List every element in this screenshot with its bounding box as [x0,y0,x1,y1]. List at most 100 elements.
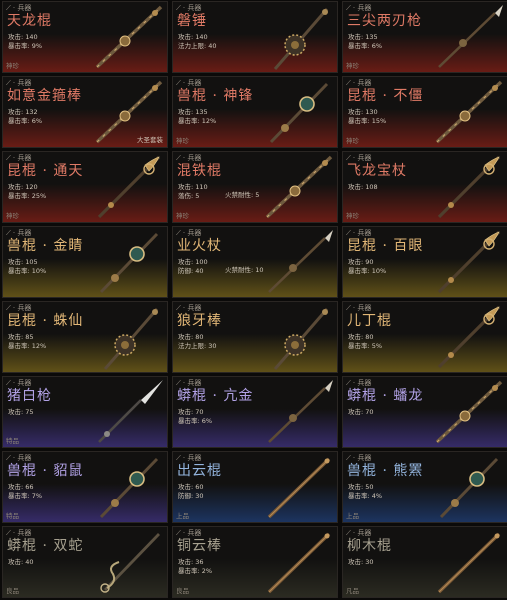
weapon-image [267,457,331,519]
weapon-stats: 攻击: 140 法力上限: 40 [178,33,217,50]
weapon-image [99,457,159,519]
weapon-card[interactable]: ⟋ · 兵器 昆棍 · 不僵 攻击: 130 暴击率: 15% 神珍 [342,76,507,148]
weapon-type-icon: ⟋ [346,454,351,462]
weapon-category: ⟋ · 兵器 [346,154,371,163]
weapon-type-icon: ⟋ [6,529,11,537]
weapon-type-icon: ⟋ [176,379,181,387]
weapon-card[interactable]: ⟋ · 兵器 天龙棍 攻击: 140 暴击率: 9% 神珍 [2,1,168,73]
category-label: · 兵器 [12,304,32,312]
category-label: · 兵器 [352,379,372,387]
weapon-card[interactable]: ⟋ · 兵器 混铁棍 攻击: 110 落伤: 5 火禁耐性: 5 神珍 [172,151,338,223]
stat-line: 攻击: 135 [178,108,208,116]
weapon-name: 天龙棍 [7,13,52,29]
weapon-card[interactable]: ⟋ · 兵器 昆棍 · 蛛仙 攻击: 85 暴击率: 12% [2,301,168,373]
weapon-card[interactable]: ⟋ · 兵器 猪白枪 攻击: 75 特品 [2,376,168,448]
stat-line: 攻击: 36 [178,558,204,566]
weapon-card[interactable]: ⟋ · 兵器 兽棍 · 金睛 攻击: 105 暴击率: 10% [2,226,168,298]
category-label: · 兵器 [352,529,372,537]
weapon-stats: 攻击: 120 暴击率: 25% [8,183,46,200]
weapon-category: ⟋ · 兵器 [346,454,371,463]
weapon-image [97,155,161,219]
stat-line: 攻击: 70 [348,408,374,416]
weapon-card[interactable]: ⟋ · 兵器 出云棍 攻击: 60 防御: 30 上品 [172,451,338,523]
weapon-name: 业火杖 [177,238,222,254]
weapon-card[interactable]: ⟋ · 兵器 柳木棍 攻击: 30 凡品 [342,526,507,598]
weapon-image [265,155,333,219]
weapon-card[interactable]: ⟋ · 兵器 儿丁棍 攻击: 80 暴击率: 5% [342,301,507,373]
grade-label: 上品 [176,512,189,520]
weapon-card[interactable]: ⟋ · 兵器 磐锤 攻击: 140 法力上限: 40 [172,1,338,73]
grade-label: 特品 [6,437,19,445]
stat-line: 暴击率: 7% [8,491,43,500]
weapon-card[interactable]: ⟋ · 兵器 兽棍 · 神锋 攻击: 135 暴击率: 12% 神珍 [172,76,338,148]
weapon-stats: 攻击: 40 [8,558,34,567]
weapon-image [268,380,333,443]
weapon-card[interactable]: ⟋ · 兵器 如意金箍棒攻击: 132 暴击率: 6% 大圣套装 [2,76,168,148]
weapon-card[interactable]: ⟋ · 兵器 狼牙棒 攻击: 80 法力上限: 30 [172,301,338,373]
weapon-image [437,305,501,369]
weapon-image [99,232,159,294]
weapon-name: 如意金箍棒 [7,88,82,104]
stat-line: 暴击率: 10% [8,266,47,275]
weapon-card[interactable]: ⟋ · 兵器 铜云棒 攻击: 36 暴击率: 2% 良品 [172,526,338,598]
weapon-name: 铜云棒 [177,538,222,554]
grade-label: 凡品 [346,587,359,595]
category-label: · 兵器 [182,229,202,237]
grade-label: 神珍 [176,212,189,220]
weapon-category: ⟋ · 兵器 [176,79,201,88]
weapon-image [273,8,329,70]
weapon-stats: 攻击: 132 暴击率: 6% [8,108,42,125]
weapon-stats: 攻击: 110 落伤: 5 [178,183,208,200]
weapon-type-icon: ⟋ [346,379,351,387]
weapon-category: ⟋ · 兵器 [176,4,201,13]
weapon-image [273,308,329,370]
weapon-type-icon: ⟋ [346,529,351,537]
category-label: · 兵器 [12,454,32,462]
weapon-card[interactable]: ⟋ · 兵器 兽棍 · 貂鼠 攻击: 66 暴击率: 7% 特品 [2,451,168,523]
weapon-card[interactable]: ⟋ · 兵器 蟒棍 · 蟠龙 攻击: 70 [342,376,507,448]
weapon-card[interactable]: ⟋ · 兵器 飞龙宝杖 攻击: 108 神珍 [342,151,507,223]
category-label: · 兵器 [12,229,32,237]
weapon-stats: 攻击: 80 暴击率: 5% [348,333,382,350]
weapon-card[interactable]: ⟋ · 兵器 蟒棍 · 亢金 攻击: 70 暴击率: 6% [172,376,338,448]
category-label: · 兵器 [12,79,32,87]
grade-label: 上品 [346,512,359,520]
weapon-image [95,5,163,69]
weapon-image [437,230,501,294]
weapon-stats: 攻击: 36 暴击率: 2% [178,558,212,575]
weapon-type-icon: ⟋ [346,304,351,312]
weapon-card[interactable]: ⟋ · 兵器 蟒棍 · 双蛇 攻击: 40 良品 [2,526,168,598]
stat-line: 攻击: 130 [348,108,378,116]
weapon-image [437,532,501,594]
weapon-type-icon: ⟋ [6,379,11,387]
weapon-category: ⟋ · 兵器 [346,229,371,238]
weapon-image [437,155,501,219]
grade-label: 特品 [6,512,19,520]
grade-label: 神珍 [6,212,19,220]
grade-label: 良品 [176,587,189,595]
stat-line: 暴击率: 4% [348,491,383,500]
weapon-stats: 攻击: 80 法力上限: 30 [178,333,217,350]
set-label: 大圣套装 [137,136,163,144]
weapon-card[interactable]: ⟋ · 兵器 三尖两刃枪 攻击: 135 暴击率: 6% 神珍 [342,1,507,73]
stat-line: 暴击率: 12% [8,341,47,350]
stat-line: 攻击: 90 [348,258,374,266]
weapon-stats: 攻击: 66 暴击率: 7% [8,483,42,500]
weapon-type-icon: ⟋ [176,229,181,237]
weapon-card[interactable]: ⟋ · 兵器 昆棍 · 百眼 攻击: 90 暴击率: 10% [342,226,507,298]
stat-line: 落伤: 5 [178,191,200,200]
weapon-name: 蟒棍 · 双蛇 [7,538,84,554]
stat-line: 攻击: 105 [8,258,38,266]
weapon-name: 昆棍 · 蛛仙 [7,313,84,329]
weapon-type-icon: ⟋ [6,79,11,87]
weapon-card[interactable]: ⟋ · 兵器 兽棍 · 熊罴 攻击: 50 暴击率: 4% 上品 [342,451,507,523]
stat-line: 暴击率: 6% [348,41,383,50]
weapon-type-icon: ⟋ [6,304,11,312]
stat-line: 攻击: 75 [8,408,34,416]
category-label: · 兵器 [12,379,32,387]
stat-line: 攻击: 132 [8,108,38,116]
weapon-card[interactable]: ⟋ · 兵器 业火杖 攻击: 100 防御: 40 火禁耐性: 10 [172,226,338,298]
stat-line: 法力上限: 30 [178,341,217,350]
weapon-card[interactable]: ⟋ · 兵器 昆棍 · 通天 攻击: 120 暴击率: 25% 神珍 [2,151,168,223]
weapon-category: ⟋ · 兵器 [346,529,371,538]
